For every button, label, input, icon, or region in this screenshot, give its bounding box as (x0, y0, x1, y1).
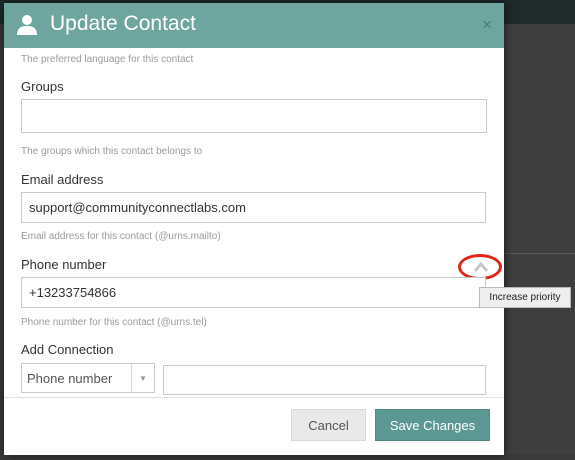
phone-help-text: Phone number for this contact (@urns.tel… (21, 317, 207, 328)
backdrop-side-panel (505, 24, 575, 454)
phone-label: Phone number (21, 257, 107, 272)
caret-down-icon: ▼ (131, 364, 154, 392)
connection-value-input[interactable] (163, 365, 486, 395)
modal-footer: Cancel Save Changes (4, 397, 504, 455)
connection-type-select[interactable]: Phone number ▼ (21, 363, 155, 393)
language-help-text: The preferred language for this contact (21, 54, 194, 65)
email-help-text: Email address for this contact (@urns.ma… (21, 231, 221, 242)
groups-input[interactable] (21, 99, 487, 133)
add-connection-label: Add Connection (21, 342, 114, 357)
save-changes-button[interactable]: Save Changes (375, 409, 490, 441)
user-icon (17, 15, 37, 35)
modal-header: Update Contact × (4, 3, 504, 48)
groups-help-text: The groups which this contact belongs to (21, 146, 203, 157)
phone-input[interactable]: +13233754866 (21, 277, 486, 308)
groups-label: Groups (21, 79, 64, 94)
email-label: Email address (21, 172, 104, 187)
update-contact-modal: Update Contact × The preferred language … (4, 3, 504, 455)
backdrop-divider (505, 253, 575, 254)
increase-priority-tooltip: Increase priority (479, 287, 571, 308)
cancel-button[interactable]: Cancel (291, 409, 366, 441)
close-icon[interactable]: × (482, 15, 492, 35)
modal-title: Update Contact (50, 12, 196, 35)
connection-type-value: Phone number (27, 370, 113, 386)
email-input[interactable]: support@communityconnectlabs.com (21, 192, 486, 223)
